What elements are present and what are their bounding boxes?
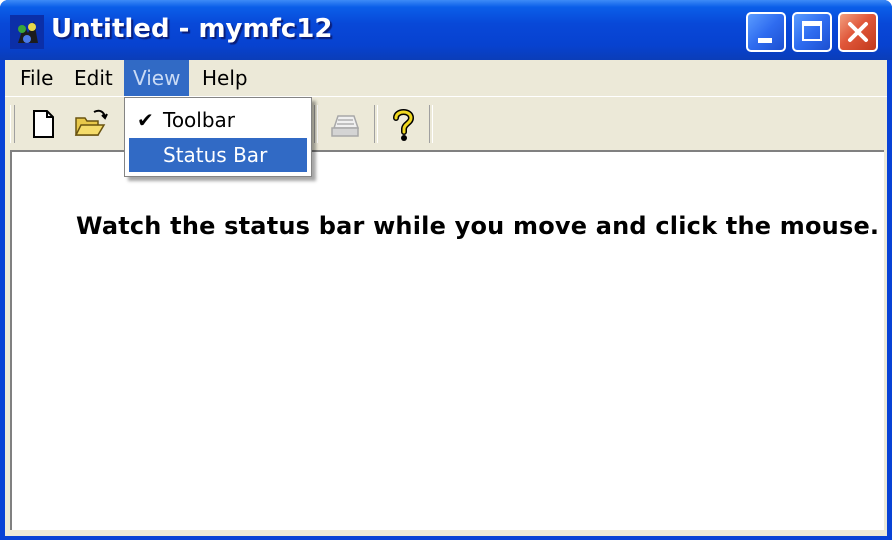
help-icon <box>393 109 415 141</box>
new-button[interactable] <box>25 104 61 144</box>
menu-item-status-bar[interactable]: Status Bar <box>129 138 307 172</box>
menu-bar: File Edit View Help <box>5 60 887 96</box>
print-icon <box>331 115 360 137</box>
menu-item-status-bar-label: Status Bar <box>163 143 268 167</box>
new-document-icon <box>33 110 54 138</box>
menu-help[interactable]: Help <box>193 60 257 96</box>
window-title: Untitled - mymfc12 <box>51 14 333 44</box>
menu-item-toolbar[interactable]: ✔ Toolbar <box>129 103 307 137</box>
menu-edit[interactable]: Edit <box>65 60 122 96</box>
toolbar-grip[interactable] <box>10 105 15 143</box>
app-icon[interactable] <box>10 15 44 49</box>
minimize-icon <box>758 38 772 43</box>
instruction-text: Watch the status bar while you move and … <box>76 212 880 240</box>
close-button[interactable] <box>838 12 878 52</box>
checkmark-icon: ✔ <box>137 108 154 132</box>
maximize-button[interactable] <box>792 12 832 52</box>
toolbar-separator <box>374 105 378 143</box>
menu-view[interactable]: View <box>124 60 190 96</box>
print-button[interactable] <box>326 104 362 144</box>
toolbar-separator <box>314 105 318 143</box>
title-bar[interactable]: Untitled - mymfc12 <box>0 0 892 60</box>
toolbar-separator <box>429 105 433 143</box>
menu-file[interactable]: File <box>11 60 62 96</box>
document-view[interactable]: Watch the status bar while you move and … <box>10 150 884 530</box>
maximize-icon <box>802 21 822 41</box>
view-menu-dropdown: ✔ Toolbar Status Bar <box>124 97 312 177</box>
open-button[interactable] <box>72 104 108 144</box>
menu-item-toolbar-label: Toolbar <box>163 108 236 132</box>
open-folder-icon <box>74 109 108 136</box>
app-window: Untitled - mymfc12 File Edit View Help W… <box>0 0 892 540</box>
close-icon <box>848 22 868 42</box>
help-button[interactable] <box>385 104 421 144</box>
minimize-button[interactable] <box>746 12 786 52</box>
